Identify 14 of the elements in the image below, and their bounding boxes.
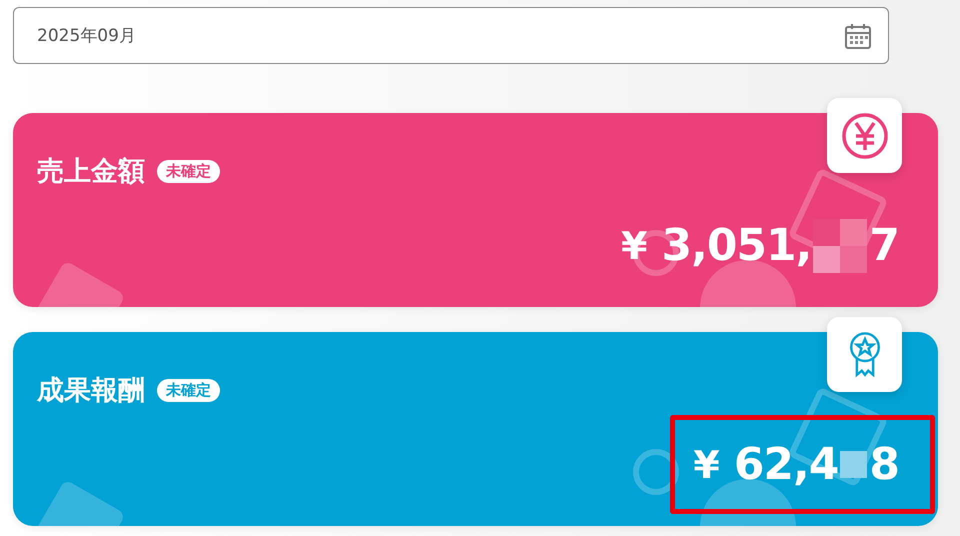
currency-symbol: ¥ [621,224,648,268]
amount-value: 8 [869,439,899,490]
amount-value: 7 [869,220,899,271]
currency-symbol: ¥ [693,442,720,486]
calendar-icon[interactable] [844,22,872,50]
status-badge: 未確定 [157,160,220,182]
background-shape [633,449,679,495]
amount-value: 3,051, [661,220,812,271]
amount-value: 62,4 [734,439,838,490]
status-badge: 未確定 [157,378,220,402]
yen-icon [840,110,890,160]
card-title: 成果報酬 [37,374,145,408]
card-title: 売上金額 [37,155,145,189]
month-field[interactable]: 2025年09月 [13,7,889,64]
